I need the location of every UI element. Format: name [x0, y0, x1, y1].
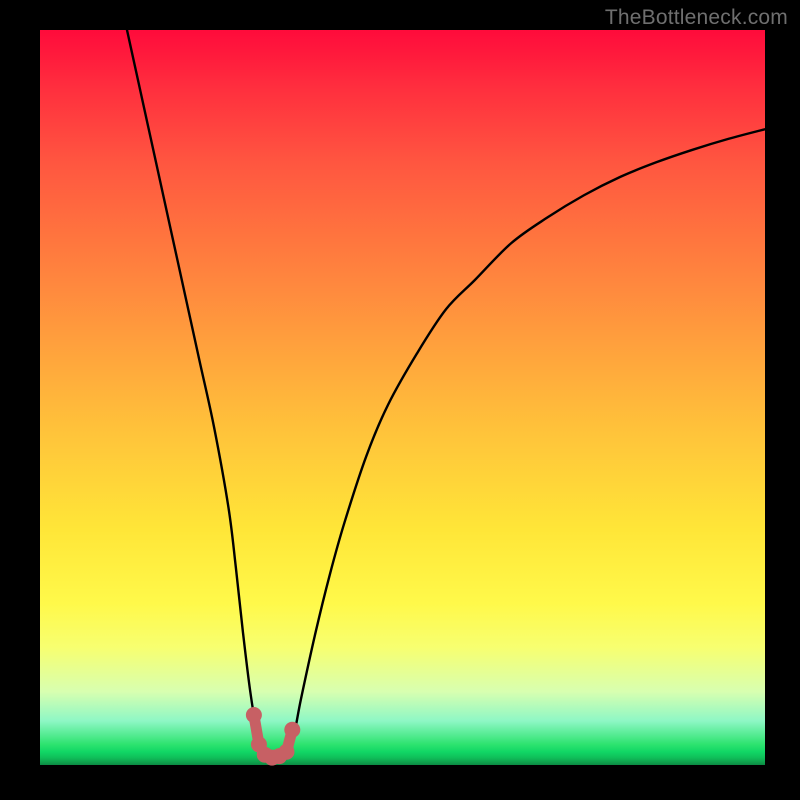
curve-svg — [40, 30, 765, 765]
watermark-text: TheBottleneck.com — [605, 6, 788, 30]
bottleneck-curve — [127, 30, 765, 757]
chart-frame: TheBottleneck.com — [0, 0, 800, 800]
plot-area — [40, 30, 765, 765]
valley-marker-dot — [284, 722, 300, 738]
valley-marker-dot — [279, 744, 295, 760]
valley-marker-dot — [246, 707, 262, 723]
